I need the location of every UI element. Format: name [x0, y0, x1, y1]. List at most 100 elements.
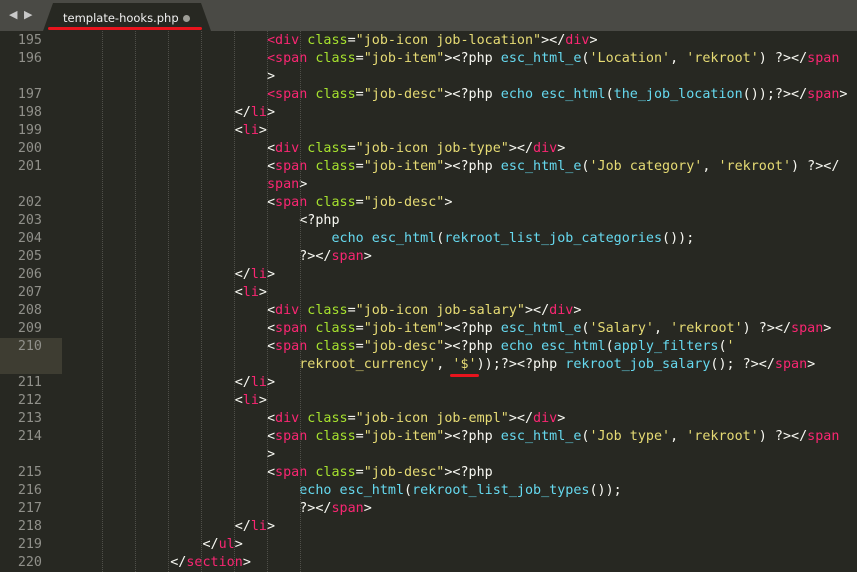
code-token: "job-desc"	[363, 195, 445, 210]
code-token: "job-icon job-type"	[355, 141, 509, 156]
code-token: '$'	[452, 357, 477, 372]
code-line[interactable]: </li>	[9, 374, 275, 392]
code-token: span	[275, 51, 308, 66]
code-line[interactable]: rekroot_currency', '$'));?><?php rekroot…	[9, 356, 815, 374]
code-token: "job-icon job-location"	[355, 33, 542, 48]
code-token: esc_html_e	[500, 321, 582, 336]
code-line[interactable]: ?></span>	[9, 248, 372, 266]
code-token: >	[258, 393, 267, 408]
code-editor[interactable]: 195 <div class="job-icon job-location"><…	[0, 31, 857, 572]
code-token: echo	[500, 87, 534, 102]
code-token: span	[275, 159, 308, 174]
code-token: >	[266, 375, 276, 390]
nav-forward-icon[interactable]: ▶	[24, 8, 32, 21]
code-token: >	[589, 33, 598, 48]
code-token: span	[807, 51, 840, 66]
code-token: ) ?></	[758, 429, 808, 444]
code-line[interactable]: ?></span>	[9, 500, 372, 518]
code-line[interactable]: >	[9, 446, 275, 464]
code-line[interactable]: echo esc_html(rekroot_list_job_categorie…	[9, 230, 694, 248]
code-token: li	[250, 519, 267, 534]
code-token: span	[275, 87, 308, 102]
code-line[interactable]: <div class="job-icon job-location"></div…	[9, 32, 598, 50]
code-line[interactable]: echo esc_html(rekroot_list_job_types());	[9, 482, 622, 500]
code-token: 'rekroot'	[686, 429, 759, 444]
code-token: span	[275, 465, 308, 480]
code-line[interactable]: <li>	[9, 392, 267, 410]
code-line[interactable]: </li>	[9, 266, 275, 284]
code-token: <	[266, 33, 276, 48]
code-line[interactable]: </ul>	[9, 536, 242, 554]
code-token: span	[275, 195, 308, 210]
indent-guide	[135, 31, 136, 572]
code-token: >	[363, 249, 372, 264]
code-token: ,	[436, 357, 453, 372]
code-token: <?php	[452, 321, 501, 336]
code-token: div	[565, 33, 590, 48]
code-token: =	[347, 33, 356, 48]
code-token: ?></	[299, 249, 332, 264]
code-token: "job-item"	[363, 51, 445, 66]
code-token: </	[234, 375, 251, 390]
code-line[interactable]: <div class="job-icon job-type"></div>	[9, 140, 565, 158]
code-token: 'Location'	[589, 51, 671, 66]
code-line[interactable]: <li>	[9, 122, 267, 140]
code-line[interactable]: <span class="job-desc"><?php echo esc_ht…	[9, 338, 735, 356]
code-token: >	[823, 321, 832, 336]
code-token: span	[807, 87, 840, 102]
code-token: <	[266, 51, 276, 66]
code-line[interactable]: </li>	[9, 518, 275, 536]
code-token: <	[234, 285, 243, 300]
code-token: >	[266, 519, 276, 534]
code-line[interactable]: <div class="job-icon job-empl"></div>	[9, 410, 565, 428]
code-token: esc_html_e	[500, 429, 582, 444]
code-token: 'Salary'	[589, 321, 654, 336]
code-line[interactable]: <?php	[9, 212, 339, 230]
code-token: =	[355, 195, 364, 210]
code-line[interactable]: span>	[9, 176, 307, 194]
code-token: span	[331, 249, 364, 264]
code-line[interactable]: <span class="job-item"><?php esc_html_e(…	[9, 50, 839, 68]
indent-guide	[300, 31, 301, 572]
code-token: ());	[662, 231, 695, 246]
code-token: >	[258, 285, 267, 300]
code-token: apply_filters	[613, 339, 719, 354]
code-line[interactable]: </li>	[9, 104, 275, 122]
code-line[interactable]: <span class="job-desc">	[9, 194, 452, 212]
code-line[interactable]: <span class="job-item"><?php esc_html_e(…	[9, 428, 839, 446]
code-token: esc_html	[541, 339, 606, 354]
code-line[interactable]: </section>	[9, 554, 251, 572]
code-token: >	[266, 447, 276, 462]
code-token: ,	[670, 429, 687, 444]
code-token: span	[275, 321, 308, 336]
code-token: div	[275, 303, 300, 318]
code-line[interactable]: <span class="job-item"><?php esc_html_e(…	[9, 320, 831, 338]
code-line[interactable]: <span class="job-desc"><?php	[9, 464, 493, 482]
code-token: </	[170, 555, 187, 570]
code-token: class	[315, 195, 356, 210]
code-token: <	[266, 411, 276, 426]
code-token: class	[315, 429, 356, 444]
code-token: <?php	[452, 339, 501, 354]
code-token: <	[266, 339, 276, 354]
nav-back-icon[interactable]: ◀	[9, 8, 17, 21]
code-token: =	[347, 303, 356, 318]
code-line[interactable]: >	[9, 68, 275, 86]
code-line[interactable]: <span class="job-item"><?php esc_html_e(…	[9, 158, 839, 176]
code-token: "job-icon job-empl"	[355, 411, 509, 426]
code-line[interactable]: <div class="job-icon job-salary"></div>	[9, 302, 581, 320]
dot-icon[interactable]	[183, 15, 190, 22]
code-token: li	[250, 375, 267, 390]
code-line[interactable]: <li>	[9, 284, 267, 302]
code-token: esc_html	[339, 483, 405, 498]
